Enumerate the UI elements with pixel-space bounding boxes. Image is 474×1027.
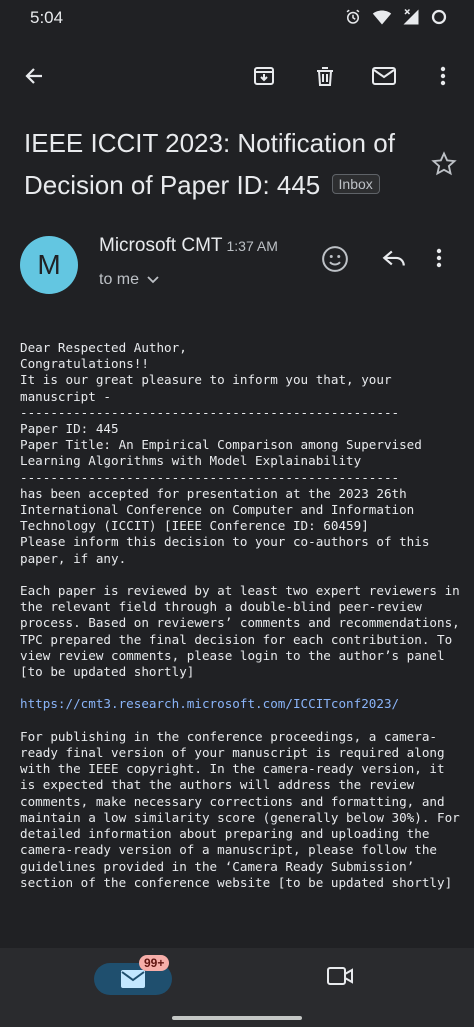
delete-button[interactable] — [309, 60, 341, 92]
status-icons — [344, 8, 448, 26]
recipient-text: to me — [99, 271, 140, 288]
sender-name[interactable]: Microsoft CMT — [99, 235, 223, 256]
video-icon — [327, 967, 353, 985]
body-text-outro: For publishing in the conference proceed… — [20, 728, 460, 890]
archive-icon — [254, 67, 274, 85]
battery-icon — [430, 8, 448, 26]
status-bar: 5:04 — [0, 0, 474, 36]
wifi-icon — [372, 8, 392, 26]
signal-icon — [402, 8, 420, 26]
emoji-icon — [322, 246, 348, 272]
recipient-details[interactable]: to me — [99, 271, 159, 289]
message-more-button[interactable] — [436, 246, 442, 275]
gesture-handle — [172, 1016, 302, 1020]
avatar[interactable]: M — [20, 236, 78, 294]
reply-button[interactable] — [380, 246, 408, 277]
status-time: 5:04 — [30, 8, 64, 27]
chevron-down-icon — [147, 276, 159, 284]
more-options-button[interactable] — [427, 60, 459, 92]
email-subject: IEEE ICCIT 2023: Notification of Decisio… — [24, 122, 414, 206]
arrow-back-icon — [25, 68, 42, 84]
inbox-label-chip[interactable]: Inbox — [331, 174, 380, 195]
mark-unread-button[interactable] — [368, 60, 400, 92]
unread-badge: 99+ — [139, 955, 170, 971]
mail-icon — [121, 970, 145, 988]
star-button[interactable] — [430, 150, 458, 183]
app-bar — [0, 48, 474, 104]
review-link[interactable]: https://cmt3.research.microsoft.com/ICCI… — [20, 696, 399, 711]
meet-tab[interactable] — [326, 964, 354, 993]
reply-icon — [382, 250, 405, 266]
send-time: 1:37 AM — [226, 238, 278, 254]
star-icon — [431, 151, 457, 176]
email-body: Dear Respected Author, Congratulations!!… — [20, 340, 460, 948]
more-vert-icon — [440, 66, 446, 86]
sender-line: Microsoft CMT 1:37 AM — [99, 235, 278, 257]
mail-icon — [372, 67, 396, 85]
more-vert-icon — [436, 248, 442, 268]
add-reaction-button[interactable] — [320, 244, 350, 279]
back-button[interactable] — [18, 60, 50, 92]
alarm-icon — [344, 8, 362, 26]
archive-button[interactable] — [248, 60, 280, 92]
body-text-intro: Dear Respected Author, Congratulations!!… — [20, 340, 460, 680]
trash-icon — [317, 67, 333, 86]
